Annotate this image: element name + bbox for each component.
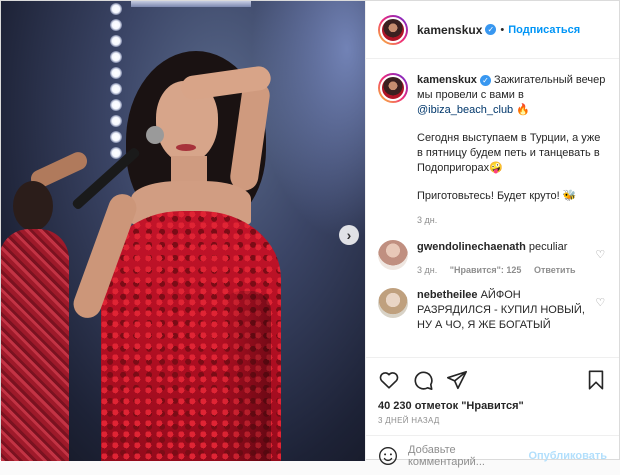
caption-username[interactable]: kamenskux: [417, 74, 477, 86]
author-username[interactable]: kamenskux: [417, 23, 482, 37]
singer-figure: [69, 41, 301, 461]
post-side-panel: kamenskux ✓ • Подписаться kamenskux ✓ Заж…: [365, 1, 619, 468]
avatar[interactable]: [378, 288, 408, 318]
likes-number[interactable]: 40 230 отметок: [378, 400, 458, 412]
comment-item: gwendolinechaenath peculiar 3 дн. "Нрави…: [378, 240, 607, 278]
add-comment-bar: Добавьте комментарий... Опубликовать: [366, 435, 619, 475]
comment-time[interactable]: 3 дн.: [417, 265, 437, 275]
backup-dancer: [1, 149, 90, 461]
caption-paragraph: Приготовьтесь! Будет круто!: [417, 190, 560, 202]
comment-username[interactable]: nebetheilee: [417, 289, 478, 301]
share-icon[interactable]: [446, 369, 468, 391]
comment-username[interactable]: gwendolinechaenath: [417, 241, 526, 253]
post-actions: 40 230 отметок "Нравится" 3 ДНЕЙ НАЗАД Д…: [366, 357, 619, 468]
avatar[interactable]: [378, 240, 408, 270]
heart-icon[interactable]: [378, 369, 400, 391]
bookmark-icon[interactable]: [585, 369, 607, 391]
likes-link[interactable]: "Нравится": [461, 400, 524, 412]
heart-icon[interactable]: ♡: [595, 248, 607, 261]
comment-item: nebetheilee АЙФОН РАЗРЯДИЛСЯ - КУПИЛ НОВ…: [378, 288, 607, 333]
comment-input[interactable]: Добавьте комментарий...: [408, 444, 528, 468]
comment-icon[interactable]: [412, 369, 434, 391]
post-header: kamenskux ✓ • Подписаться: [366, 1, 619, 59]
caption-time[interactable]: 3 дн.: [417, 215, 437, 225]
verified-badge-icon: ✓: [479, 75, 491, 86]
verified-badge-icon: ✓: [485, 24, 497, 35]
caption-paragraph: Сегодня выступаем в Турции, а уже в пятн…: [417, 132, 601, 174]
instagram-post: › kamenskux ✓ • Подписаться kamenskux ✓ З…: [0, 0, 620, 468]
mention-link[interactable]: @ibiza_beach_club: [417, 104, 513, 116]
heart-icon[interactable]: ♡: [595, 296, 607, 309]
comment-text: peculiar: [528, 241, 568, 253]
stage-light-bar: [131, 1, 251, 7]
chevron-right-icon[interactable]: ›: [339, 225, 359, 245]
bee-emoji: 🐝: [562, 190, 577, 202]
post-date[interactable]: 3 ДНЕЙ НАЗАД: [378, 416, 607, 425]
crazy-face-emoji: 🤪: [489, 162, 503, 174]
post-photo[interactable]: ›: [1, 1, 365, 461]
comments-section: kamenskux ✓ Зажигательный вечер мы провел…: [366, 59, 619, 357]
likes-count[interactable]: 40 230 отметок "Нравится": [378, 400, 607, 412]
avatar[interactable]: [378, 73, 408, 103]
reply-button[interactable]: Ответить: [534, 265, 576, 275]
comment-likes[interactable]: "Нравится": 125: [450, 265, 522, 275]
smiley-icon[interactable]: [378, 446, 398, 466]
caption-row: kamenskux ✓ Зажигательный вечер мы провел…: [378, 73, 607, 228]
follow-button[interactable]: Подписаться: [508, 24, 580, 36]
separator-dot: •: [500, 23, 505, 36]
fire-emoji: 🔥: [516, 104, 530, 116]
avatar[interactable]: [378, 14, 408, 45]
